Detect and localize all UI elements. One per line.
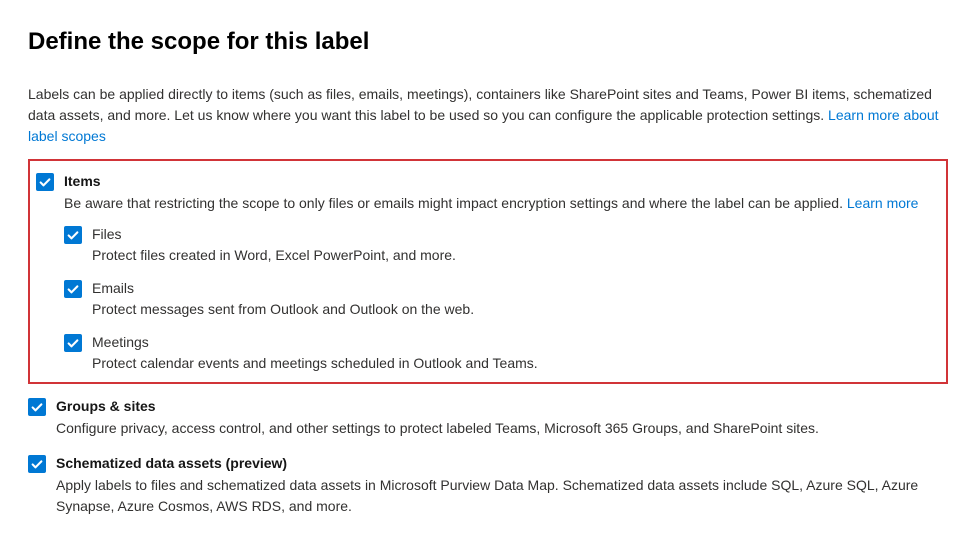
page-title: Define the scope for this label [28, 24, 948, 60]
schematized-section: Schematized data assets (preview) Apply … [28, 453, 948, 517]
groups-checkbox[interactable] [28, 398, 46, 416]
groups-desc: Configure privacy, access control, and o… [56, 418, 948, 439]
schematized-checkbox[interactable] [28, 455, 46, 473]
files-checkbox[interactable] [64, 226, 82, 244]
checkmark-icon [66, 228, 80, 242]
meetings-title: Meetings [92, 332, 936, 353]
intro-text: Labels can be applied directly to items … [28, 86, 932, 123]
groups-section: Groups & sites Configure privacy, access… [28, 396, 948, 439]
schematized-title: Schematized data assets (preview) [56, 453, 948, 474]
items-checkbox[interactable] [36, 173, 54, 191]
checkmark-icon [66, 336, 80, 350]
meetings-desc: Protect calendar events and meetings sch… [92, 353, 936, 374]
files-sub-item: Files Protect files created in Word, Exc… [64, 224, 936, 266]
items-title: Items [64, 171, 936, 192]
items-highlight-box: Items Be aware that restricting the scop… [28, 159, 948, 384]
checkmark-icon [30, 457, 44, 471]
emails-sub-item: Emails Protect messages sent from Outloo… [64, 278, 936, 320]
checkmark-icon [30, 400, 44, 414]
meetings-sub-item: Meetings Protect calendar events and mee… [64, 332, 936, 374]
items-desc: Be aware that restricting the scope to o… [64, 193, 936, 214]
checkmark-icon [38, 175, 52, 189]
checkmark-icon [66, 282, 80, 296]
intro-paragraph: Labels can be applied directly to items … [28, 84, 948, 147]
emails-desc: Protect messages sent from Outlook and O… [92, 299, 936, 320]
items-desc-text: Be aware that restricting the scope to o… [64, 195, 847, 211]
emails-title: Emails [92, 278, 936, 299]
items-learn-more-link[interactable]: Learn more [847, 195, 919, 211]
files-title: Files [92, 224, 936, 245]
meetings-checkbox[interactable] [64, 334, 82, 352]
emails-checkbox[interactable] [64, 280, 82, 298]
groups-title: Groups & sites [56, 396, 948, 417]
items-section: Items Be aware that restricting the scop… [36, 171, 936, 374]
items-sub-list: Files Protect files created in Word, Exc… [64, 224, 936, 374]
schematized-desc: Apply labels to files and schematized da… [56, 475, 948, 517]
files-desc: Protect files created in Word, Excel Pow… [92, 245, 936, 266]
